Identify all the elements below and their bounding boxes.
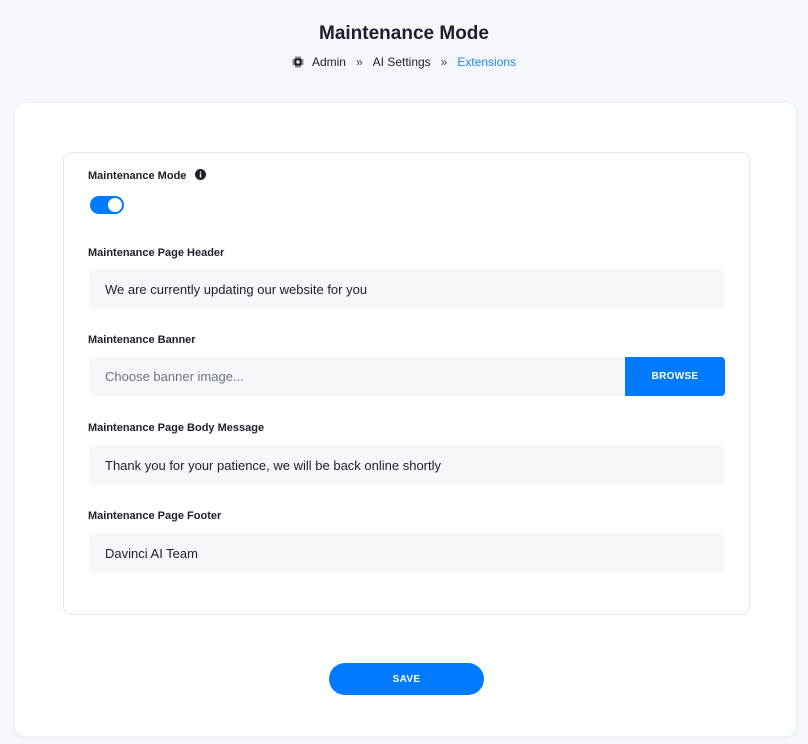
breadcrumb-admin[interactable]: Admin — [312, 55, 346, 69]
banner-file-input[interactable]: Choose banner image... — [89, 357, 625, 396]
maintenance-mode-toggle[interactable] — [90, 196, 124, 214]
maintenance-mode-label: Maintenance Mode — [88, 169, 207, 182]
page-header: Maintenance Mode Admin » AI Settings » E… — [0, 0, 808, 100]
save-button[interactable]: SAVE — [329, 663, 484, 695]
breadcrumb-separator: » — [355, 55, 363, 69]
banner-file-picker[interactable]: Choose banner image... BROWSE — [89, 357, 725, 396]
settings-card: Maintenance Mode Maintenance Page Header… — [15, 103, 796, 736]
breadcrumb-ai-settings[interactable]: AI Settings — [373, 55, 431, 69]
footer-input[interactable] — [89, 533, 724, 573]
body-message-input[interactable] — [89, 445, 724, 485]
footer-label: Maintenance Page Footer — [88, 510, 222, 522]
page-header-label: Maintenance Page Header — [88, 247, 225, 259]
maintenance-form: Maintenance Mode Maintenance Page Header… — [63, 152, 750, 615]
browse-button[interactable]: BROWSE — [625, 357, 725, 396]
info-icon[interactable] — [195, 169, 207, 180]
breadcrumb-extensions: Extensions — [457, 55, 517, 69]
chip-icon — [292, 56, 304, 68]
breadcrumb: Admin » AI Settings » Extensions — [0, 55, 808, 69]
page-title: Maintenance Mode — [319, 23, 489, 44]
toggle-knob — [108, 198, 122, 212]
body-message-label: Maintenance Page Body Message — [88, 422, 265, 434]
banner-label: Maintenance Banner — [88, 334, 196, 346]
breadcrumb-separator: » — [440, 55, 448, 69]
page-header-input[interactable] — [89, 269, 724, 309]
